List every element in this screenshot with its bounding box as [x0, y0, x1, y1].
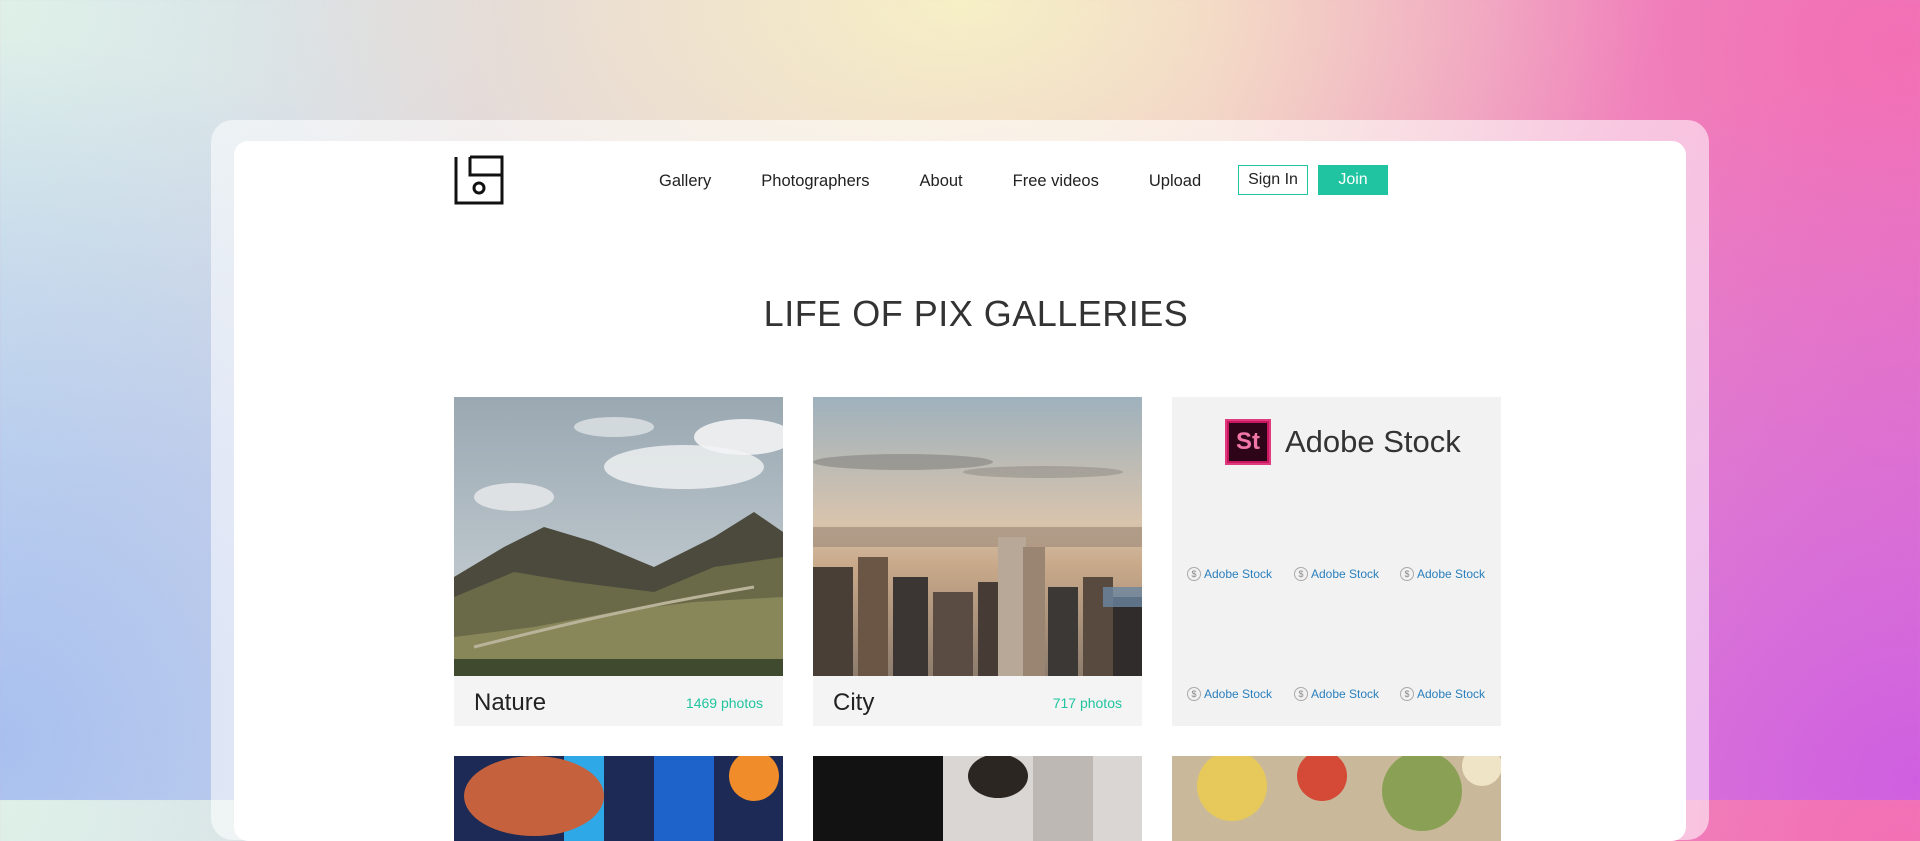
- nav-free-videos[interactable]: Free videos: [1013, 169, 1099, 193]
- browser-window: Gallery Photographers About Free videos …: [234, 141, 1686, 841]
- gallery-card-people[interactable]: [454, 756, 783, 841]
- nav-about[interactable]: About: [920, 169, 963, 193]
- fashion-photo: [813, 756, 1142, 841]
- main-nav: Gallery Photographers About Free videos …: [659, 169, 1251, 193]
- mountain-valley-photo: [454, 397, 783, 676]
- dollar-coin-icon: $: [1187, 567, 1201, 581]
- gallery-card-food[interactable]: [1172, 756, 1501, 841]
- ad-link[interactable]: $ Adobe Stock: [1294, 567, 1379, 581]
- adobe-stock-ad[interactable]: St Adobe Stock $ Adobe Stock $ Adobe Sto…: [1172, 397, 1501, 726]
- nav-photographers[interactable]: Photographers: [761, 169, 869, 193]
- gallery-card-nature[interactable]: Nature 1469 photos: [454, 397, 783, 726]
- dollar-coin-icon: $: [1400, 567, 1414, 581]
- dollar-coin-icon: $: [1294, 567, 1308, 581]
- adobe-stock-brand: Adobe Stock: [1285, 424, 1461, 459]
- site-logo[interactable]: [454, 155, 504, 205]
- sign-in-button[interactable]: Sign In: [1238, 165, 1308, 195]
- gallery-name: City: [833, 689, 875, 716]
- gallery-name: Nature: [474, 689, 547, 716]
- gallery-photo-count: 1469 photos: [685, 695, 763, 711]
- food-photo: [1172, 756, 1501, 841]
- page-title: LIFE OF PIX GALLERIES: [763, 293, 1189, 334]
- join-button[interactable]: Join: [1318, 165, 1388, 195]
- gallery-photo-count: 717 photos: [1052, 695, 1122, 711]
- dollar-coin-icon: $: [1294, 687, 1308, 701]
- portrait-photo: [454, 756, 783, 841]
- camera-frame-logo-icon: [454, 155, 504, 205]
- adobe-stock-logo: St Adobe Stock: [1225, 419, 1461, 465]
- dollar-coin-icon: $: [1187, 687, 1201, 701]
- gallery-card-fashion[interactable]: [813, 756, 1142, 841]
- ad-link[interactable]: $ Adobe Stock: [1294, 687, 1379, 701]
- adobe-stock-icon: St: [1225, 419, 1271, 465]
- gallery-card-city[interactable]: City 717 photos: [813, 397, 1142, 726]
- nav-upload[interactable]: Upload: [1149, 169, 1201, 193]
- ad-link[interactable]: $ Adobe Stock: [1187, 687, 1272, 701]
- nav-gallery[interactable]: Gallery: [659, 169, 711, 193]
- ad-link[interactable]: $ Adobe Stock: [1187, 567, 1272, 581]
- city-skyline-photo: [813, 397, 1142, 676]
- ad-link[interactable]: $ Adobe Stock: [1400, 687, 1485, 701]
- ad-link[interactable]: $ Adobe Stock: [1400, 567, 1485, 581]
- dollar-coin-icon: $: [1400, 687, 1414, 701]
